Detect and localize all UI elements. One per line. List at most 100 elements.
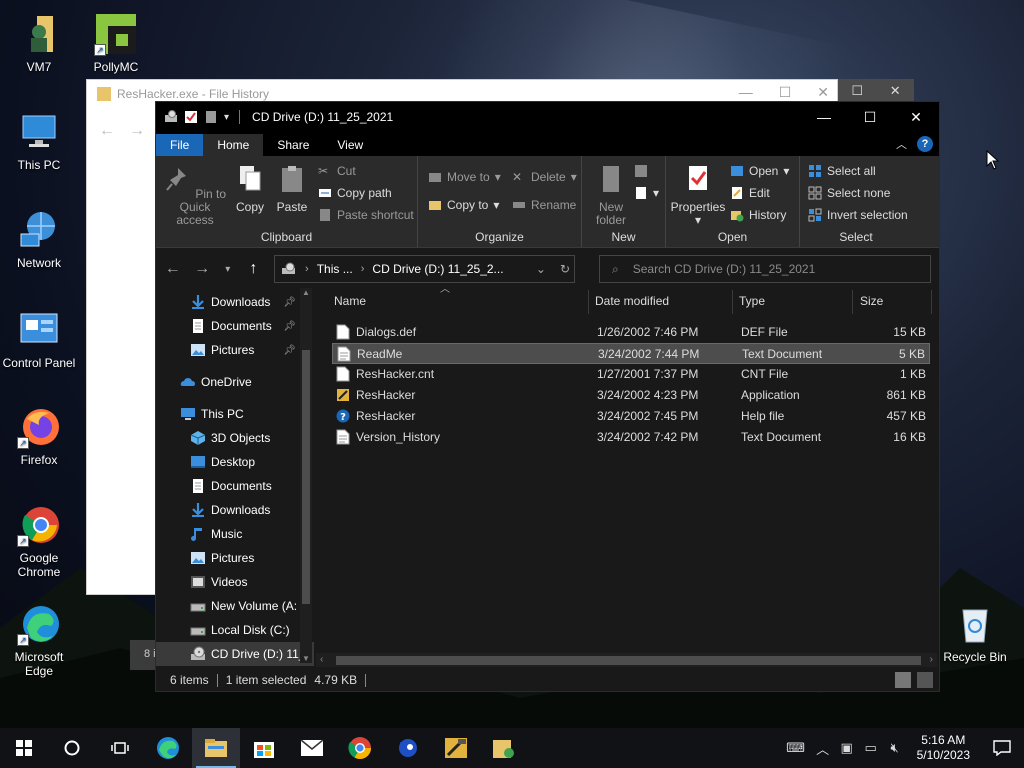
forward-arrow-icon[interactable]: → (193, 260, 210, 278)
maximize-button[interactable]: ☐ (847, 102, 893, 132)
file-row[interactable]: ReadMe 3/24/2002 7:44 PM Text Document 5 KB (332, 343, 930, 364)
tab-share[interactable]: Share (263, 134, 323, 156)
taskbar-file-explorer[interactable] (192, 728, 240, 768)
nav-item[interactable]: Pictures 📌︎ (156, 338, 314, 362)
properties-check-icon[interactable] (184, 110, 198, 124)
maximize-icon[interactable]: ☐ (851, 83, 863, 99)
desktop-icon-network[interactable]: Network (0, 208, 78, 270)
delete-button[interactable]: ✕ Delete ▾ (512, 170, 577, 184)
file-row[interactable]: Version_History 3/24/2002 7:42 PM Text Doc… (332, 427, 930, 448)
taskbar-store[interactable] (240, 728, 288, 768)
desktop-icon-recycle-bin[interactable]: Recycle Bin (936, 602, 1014, 664)
file-row[interactable]: ResHacker.cnt 1/27/2001 7:37 PM CNT File 1 … (332, 364, 930, 385)
file-row[interactable]: ResHacker 3/24/2002 4:23 PM Application 861… (332, 385, 930, 406)
taskbar-file-history[interactable] (480, 728, 528, 768)
minimize-icon[interactable]: — (739, 84, 753, 101)
volume-muted-icon[interactable]: 🔇︎ (883, 740, 907, 756)
breadcrumb-this-pc[interactable]: This ... (317, 262, 353, 276)
nav-item[interactable]: 3D Objects (156, 426, 314, 450)
maximize-icon[interactable]: ☐ (779, 84, 792, 101)
desktop-icon-pollymc[interactable]: ↗ PollyMC (77, 12, 155, 74)
nav-item[interactable]: Documents (156, 474, 314, 498)
close-button[interactable]: ✕ (893, 102, 939, 132)
nav-item[interactable]: Local Disk (C:) (156, 618, 314, 642)
paste-button[interactable]: Paste (274, 164, 310, 214)
nav-item[interactable]: Music (156, 522, 314, 546)
customize-quick-access-icon[interactable]: ▾ (224, 112, 229, 123)
help-icon[interactable]: ? (917, 136, 933, 152)
start-button[interactable] (0, 728, 48, 768)
desktop-icon-edge[interactable]: ↗ Microsoft Edge (0, 602, 78, 678)
column-type[interactable]: Type (739, 294, 765, 308)
nav-item[interactable]: Documents 📌︎ (156, 314, 314, 338)
clock[interactable]: 5:16 AM 5/10/2023 (907, 733, 980, 763)
copy-path-button[interactable]: Copy path (318, 186, 392, 200)
paste-shortcut-button[interactable]: Paste shortcut (318, 208, 414, 222)
tab-file[interactable]: File (156, 134, 204, 156)
task-view-button[interactable] (96, 728, 144, 768)
open-button[interactable]: Open ▾ (730, 164, 789, 178)
taskbar-mail[interactable] (288, 728, 336, 768)
desktop-icon-this-pc[interactable]: This PC (0, 110, 78, 172)
new-folder-icon[interactable] (204, 110, 218, 124)
rename-button[interactable]: Rename (512, 198, 576, 212)
address-dropdown-icon[interactable]: ⌄ (536, 262, 546, 276)
desktop-icon-firefox[interactable]: ↗ Firefox (0, 405, 78, 467)
refresh-icon[interactable]: ↻ (560, 262, 570, 276)
copy-to-button[interactable]: Copy to ▾ (428, 198, 499, 212)
horizontal-scroll-thumb[interactable] (336, 656, 921, 665)
recent-locations-icon[interactable]: ▾ (223, 264, 233, 275)
copy-button[interactable]: Copy (232, 164, 268, 214)
select-all-button[interactable]: Select all (808, 164, 876, 178)
meet-now-icon[interactable]: ▣ (835, 740, 859, 756)
easy-access-button[interactable]: ▾ (634, 186, 659, 200)
nav-item[interactable]: OneDrive (156, 370, 314, 394)
invert-selection-button[interactable]: Invert selection (808, 208, 908, 222)
show-hidden-icons[interactable]: ︿ (811, 739, 835, 758)
collapse-ribbon-icon[interactable]: ︿ (896, 136, 907, 152)
tab-view[interactable]: View (323, 134, 377, 156)
desktop-icon-control-panel[interactable]: Control Panel (0, 308, 78, 370)
new-folder-button[interactable]: New folder (590, 164, 632, 227)
properties-button[interactable]: Properties ▾ (670, 164, 726, 227)
nav-item[interactable]: Pictures (156, 546, 314, 570)
file-list[interactable]: ︿ Name Date modified Type Size Dialogs.d… (314, 282, 939, 669)
nav-scroll-thumb[interactable] (302, 350, 310, 604)
back-arrow-icon[interactable]: ← (99, 122, 115, 140)
details-view-icon[interactable] (895, 672, 911, 688)
nav-item[interactable]: New Volume (A: (156, 594, 314, 618)
taskbar-reshacker[interactable] (432, 728, 480, 768)
keyboard-icon[interactable]: ⌨ (781, 740, 811, 756)
minimize-button[interactable]: — (801, 102, 847, 132)
file-row[interactable]: Dialogs.def 1/26/2002 7:46 PM DEF File 15 K… (332, 322, 930, 343)
edit-button[interactable]: Edit (730, 186, 770, 200)
nav-item[interactable]: CD Drive (D:) 11_ (156, 642, 314, 666)
nav-item[interactable]: Videos (156, 570, 314, 594)
horizontal-scrollbar[interactable]: ‹ › (316, 653, 937, 667)
taskbar-chrome[interactable] (336, 728, 384, 768)
column-date-modified[interactable]: Date modified (595, 294, 669, 308)
breadcrumb-cd-drive[interactable]: CD Drive (D:) 11_25_2... (372, 262, 503, 276)
search-button[interactable] (48, 728, 96, 768)
notification-center-button[interactable] (980, 740, 1024, 756)
nav-scrollbar[interactable]: ▲ ▼ (300, 288, 312, 663)
file-row[interactable]: ? ResHacker 3/24/2002 7:45 PM Help file 457 … (332, 406, 930, 427)
address-bar[interactable]: › This ... › CD Drive (D:) 11_25_2... ⌄ … (274, 255, 576, 283)
background-window-controls[interactable]: ☐ ✕ (838, 79, 914, 103)
desktop-icon-vm7[interactable]: VM7 (0, 12, 78, 74)
nav-item[interactable]: Downloads 📌︎ (156, 290, 314, 314)
navigation-pane[interactable]: Downloads 📌︎ Documents 📌︎ Pictures 📌︎ OneDrive… (156, 282, 314, 669)
close-icon[interactable]: ✕ (890, 83, 901, 99)
column-size[interactable]: Size (860, 294, 883, 308)
back-arrow-icon[interactable]: ← (164, 260, 181, 278)
close-icon[interactable]: ✕ (817, 84, 829, 101)
explorer-window[interactable]: ▾ CD Drive (D:) 11_25_2021 — ☐ ✕ File Ho… (155, 101, 940, 692)
nav-item[interactable]: Desktop (156, 450, 314, 474)
cut-button[interactable]: ✂ Cut (318, 164, 356, 178)
search-input[interactable]: ⌕ Search CD Drive (D:) 11_25_2021 (599, 255, 931, 283)
up-arrow-icon[interactable]: ↑ (245, 260, 262, 278)
nav-item[interactable]: Downloads (156, 498, 314, 522)
explorer-titlebar[interactable]: ▾ CD Drive (D:) 11_25_2021 — ☐ ✕ (156, 102, 939, 132)
pin-quick-access-button[interactable]: Pin to Quick access (162, 164, 228, 227)
tab-home[interactable]: Home (203, 134, 264, 156)
